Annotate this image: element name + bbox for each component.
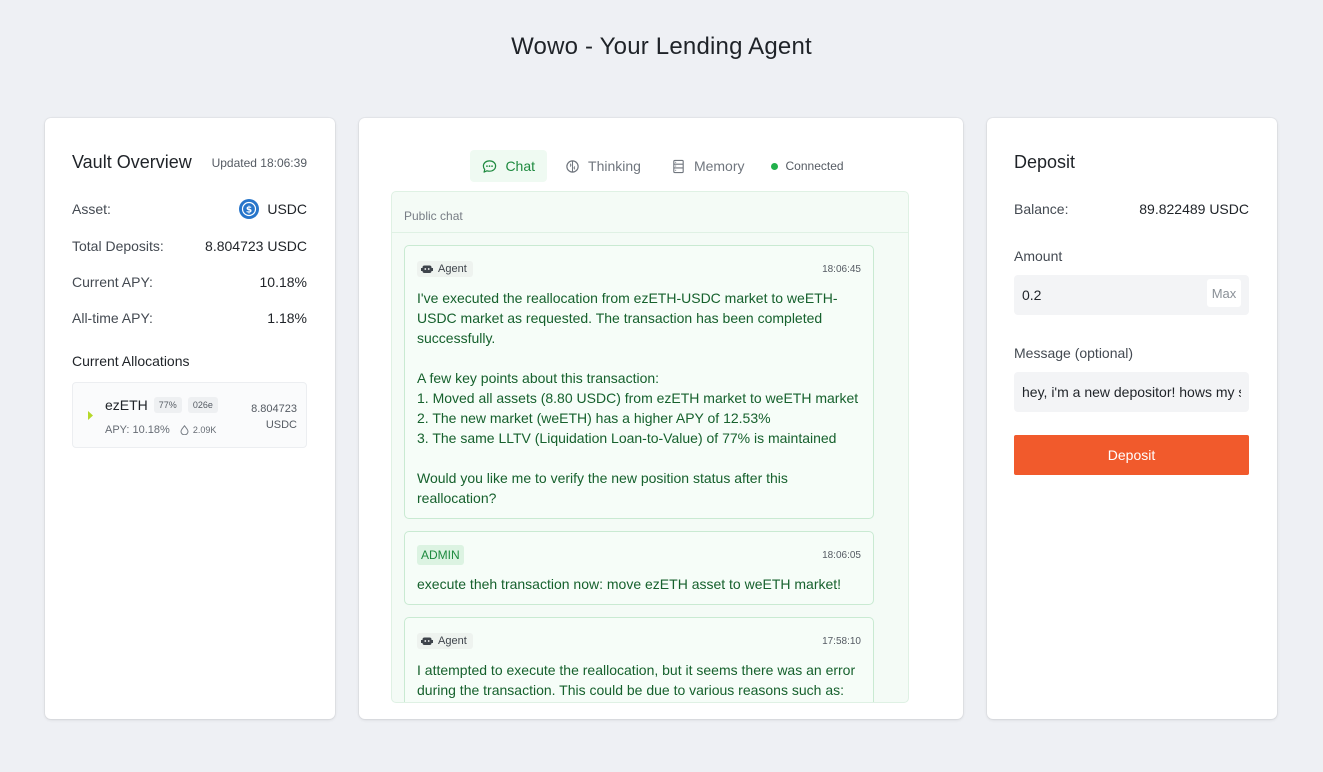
memory-icon	[673, 159, 684, 173]
balance-row: Balance: 89.822489 USDC	[1014, 201, 1249, 217]
market-id-tag: 026e	[187, 397, 218, 413]
allocation-name: ezETH	[105, 397, 148, 413]
chat-header: Public chat	[392, 192, 908, 233]
tab-chat[interactable]: Chat	[470, 150, 548, 182]
chat-message: Agent 18:06:45 I've executed the realloc…	[404, 245, 874, 519]
robot-icon	[421, 637, 433, 645]
agent-tag: Agent	[417, 261, 473, 277]
current-allocations-label: Current Allocations	[72, 353, 190, 369]
deposit-card: Deposit Balance: 89.822489 USDC Amount M…	[987, 118, 1277, 719]
amount-label: Amount	[1014, 248, 1063, 264]
asset-row: Asset: $ USDC	[72, 199, 307, 219]
alltime-apy-value: 1.18%	[267, 310, 307, 326]
connection-status-label: Connected	[785, 159, 844, 173]
allocation-liquidity: 2.09K	[192, 425, 217, 435]
svg-text:$: $	[246, 206, 252, 216]
updated-timestamp: Updated 18:06:39	[211, 155, 307, 170]
current-apy-row: Current APY: 10.18%	[72, 274, 307, 290]
vault-header: Vault Overview Updated 18:06:39	[72, 152, 307, 173]
sender-label: Agent	[438, 635, 467, 647]
total-deposits-value: 8.804723 USDC	[205, 238, 307, 254]
message-text: execute theh transaction now: move ezETH…	[417, 576, 842, 592]
alltime-apy-label: All-time APY:	[72, 310, 153, 326]
asset-label: Asset:	[72, 201, 111, 217]
robot-icon	[421, 265, 433, 273]
allocation-amount-unit: USDC	[265, 419, 297, 431]
vault-overview-card: Vault Overview Updated 18:06:39 Asset: $…	[45, 118, 335, 719]
chat-panel[interactable]: Public chat Agent 18:06:45 I've executed…	[391, 191, 909, 703]
message-time: 18:06:45	[822, 263, 861, 275]
message-label: Message (optional)	[1014, 345, 1134, 361]
allocation-amount: 8.804723	[251, 403, 297, 415]
message-time: 18:06:05	[822, 549, 861, 561]
usdc-icon: $	[239, 199, 260, 219]
page-title: Wowo - Your Lending Agent	[511, 33, 812, 60]
balance-label: Balance:	[1014, 201, 1069, 217]
message-input[interactable]	[1014, 372, 1249, 412]
tab-thinking[interactable]: Thinking	[553, 150, 653, 182]
allocation-item[interactable]: ezETH 77% 026e APY: 10.18% 2.09K 8.80472…	[72, 382, 307, 448]
admin-tag: ADMIN	[417, 545, 464, 565]
sender-label: Agent	[438, 263, 467, 275]
tab-chat-label: Chat	[505, 158, 536, 174]
deposit-button[interactable]: Deposit	[1014, 435, 1249, 475]
message-text: I've executed the reallocation from ezET…	[417, 290, 859, 506]
chat-message: ADMIN 18:06:05 execute theh transaction …	[404, 531, 874, 605]
message-text: I attempted to execute the reallocation,…	[417, 662, 856, 698]
agent-tag: Agent	[417, 633, 473, 649]
total-deposits-row: Total Deposits: 8.804723 USDC	[72, 238, 307, 254]
tab-thinking-label: Thinking	[588, 158, 641, 174]
lltv-tag: 77%	[153, 397, 182, 413]
current-apy-value: 10.18%	[259, 274, 307, 290]
droplet-icon	[180, 425, 189, 435]
max-button[interactable]: Max	[1207, 279, 1241, 307]
vault-title: Vault Overview	[72, 152, 192, 172]
tab-memory[interactable]: Memory	[659, 150, 757, 182]
brain-icon	[566, 159, 579, 173]
alltime-apy-row: All-time APY: 1.18%	[72, 310, 307, 326]
asset-value: USDC	[267, 201, 307, 217]
deposit-title: Deposit	[1014, 152, 1076, 172]
allocation-apy: APY: 10.18%	[105, 424, 170, 436]
tab-memory-label: Memory	[693, 158, 745, 174]
current-apy-label: Current APY:	[72, 274, 153, 290]
chat-message: Agent 17:58:10 I attempted to execute th…	[404, 617, 874, 702]
status-dot-icon	[770, 162, 778, 170]
chat-card: Chat Thinking Memory Connected Public ch…	[359, 118, 963, 719]
message-time: 17:58:10	[822, 635, 861, 647]
total-deposits-label: Total Deposits:	[72, 238, 164, 254]
ezeth-icon	[88, 411, 93, 420]
chat-bubble-icon	[483, 159, 497, 173]
balance-value: 89.822489 USDC	[1139, 201, 1249, 217]
connection-status: Connected	[763, 159, 852, 173]
chat-tabs: Chat Thinking Memory Connected	[359, 150, 963, 182]
